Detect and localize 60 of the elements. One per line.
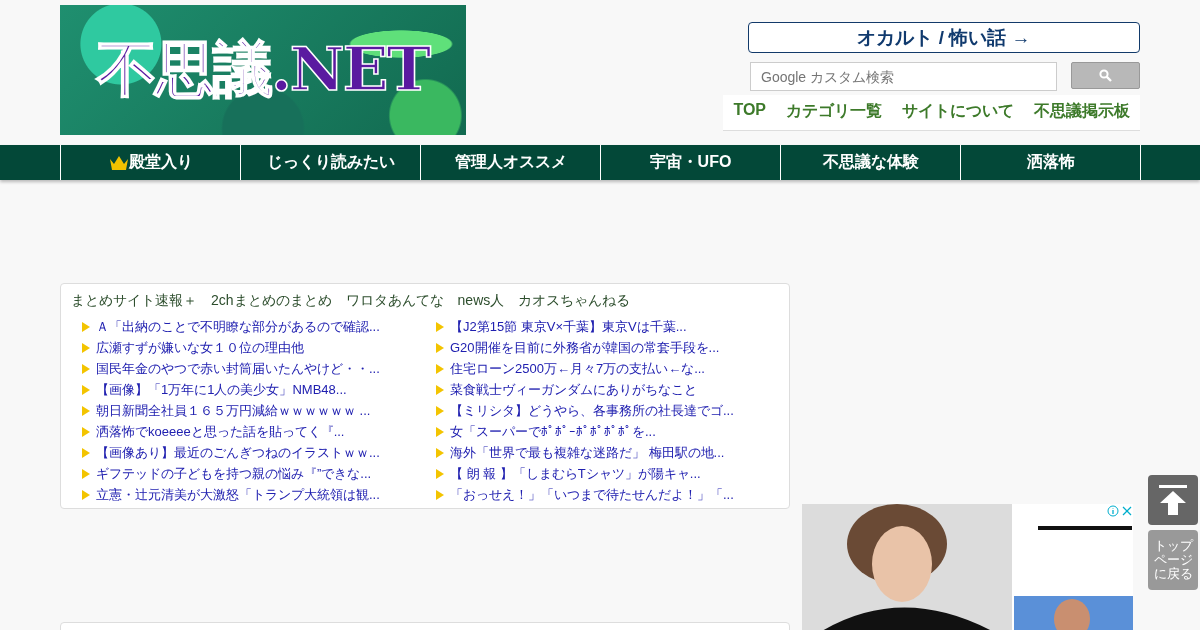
nav-tab[interactable]: 不思議な体験 (780, 145, 960, 180)
bullet-icon (81, 447, 91, 458)
feature-link[interactable]: オカルト / 怖い話 → (748, 22, 1140, 53)
bullet-icon (81, 468, 91, 479)
bullet-icon (435, 447, 445, 458)
article-link[interactable]: 立憲・辻元清美が大激怒「トランプ大統領は観... (96, 485, 380, 504)
nav-tab[interactable]: 洒落怖 (960, 145, 1140, 180)
bullet-icon (81, 426, 91, 437)
header-link[interactable]: TOP (733, 101, 766, 122)
article-link[interactable]: 広瀬すずが嫌いな女１０位の理由他 (96, 338, 304, 357)
bullet-icon (81, 489, 91, 500)
bullet-icon (81, 321, 91, 332)
article-link[interactable]: G20開催を目前に外務省が韓国の常套手段を... (450, 338, 720, 357)
article-link[interactable]: ギフテッドの子どもを持つ親の悩み『”できな... (96, 464, 372, 483)
nav-tab[interactable]: じっくり読みたい (240, 145, 420, 180)
arrow-up-icon (1158, 484, 1188, 516)
article-link[interactable]: 洒落怖でkoeeeeと思った話を貼ってく『... (96, 422, 345, 441)
search-button[interactable] (1071, 62, 1140, 89)
bullet-icon (81, 384, 91, 395)
article-link[interactable]: 女「スーパーでﾎﾟﾎﾟｰﾎﾟﾎﾟﾎﾟﾎﾟを... (450, 422, 656, 441)
site-logo[interactable]: 不思議.NET (60, 5, 466, 135)
article-link[interactable]: 菜食戦士ヴィーガンダムにありがちなこと (450, 380, 697, 399)
nav-tab[interactable]: 管理人オススメ (420, 145, 600, 180)
scroll-top-button[interactable] (1148, 475, 1198, 525)
article-link[interactable]: 国民年金のやつで赤い封筒届いたんやけど・・... (96, 359, 380, 378)
header-link[interactable]: サイトについて (902, 101, 1014, 122)
article-link[interactable]: 住宅ローン2500万←月々7万の支払い←な... (450, 359, 705, 378)
bullet-icon (435, 384, 445, 395)
site-tab[interactable]: カオスちゃんねる (518, 292, 631, 310)
article-link[interactable]: 海外「世界で最も複雑な迷路だ」 梅田駅の地... (450, 443, 725, 462)
bullet-icon (435, 363, 445, 374)
bullet-icon (81, 363, 91, 374)
article-link[interactable]: 【 朗 報 】「しまむらTシャツ」が陽キャ... (450, 464, 701, 483)
nav-tab[interactable]: 殿堂入り (60, 145, 240, 180)
header-link[interactable]: 不思議掲示板 (1034, 101, 1130, 122)
site-tab[interactable]: ワロタあんてな (345, 292, 444, 310)
site-tab[interactable]: まとめサイト速報＋ (71, 292, 197, 310)
article-link[interactable]: 【J2第15節 東京V×千葉】東京Vは千葉... (450, 317, 687, 336)
site-tab[interactable]: 2chまとめのまとめ (211, 292, 332, 310)
article-link[interactable]: 「おっせえ！」「いつまで待たせんだよ！」「... (450, 485, 734, 504)
bullet-icon (81, 342, 91, 353)
article-link[interactable]: 【ミリシタ】どうやら、各事務所の社長達でゴ... (450, 401, 734, 420)
bullet-icon (435, 489, 445, 500)
bullet-icon (435, 321, 445, 332)
bullet-icon (435, 468, 445, 479)
article-link[interactable]: 朝日新聞全社員１６５万円減給ｗｗｗｗｗｗ ... (96, 401, 371, 420)
bullet-icon (435, 405, 445, 416)
bullet-icon (435, 426, 445, 437)
bullet-icon (81, 405, 91, 416)
search-field[interactable]: Google カスタム検索 (750, 62, 1057, 91)
bullet-icon (435, 342, 445, 353)
header-link[interactable]: カテゴリ一覧 (786, 101, 882, 122)
info-icon[interactable] (1107, 505, 1119, 517)
nav-tab[interactable]: 宇宙・UFO (600, 145, 780, 180)
search-icon (1099, 69, 1112, 82)
site-tab[interactable]: news人 (457, 292, 505, 310)
article-link[interactable]: Ａ「出納のことで不明瞭な部分があるので確認... (96, 317, 380, 336)
article-link[interactable]: 【画像あり】最近のごんぎつねのイラストｗｗ... (96, 443, 380, 462)
close-icon[interactable] (1122, 506, 1132, 516)
article-link[interactable]: 【画像】「1万年に1人の美少女」NMB48... (96, 380, 347, 399)
